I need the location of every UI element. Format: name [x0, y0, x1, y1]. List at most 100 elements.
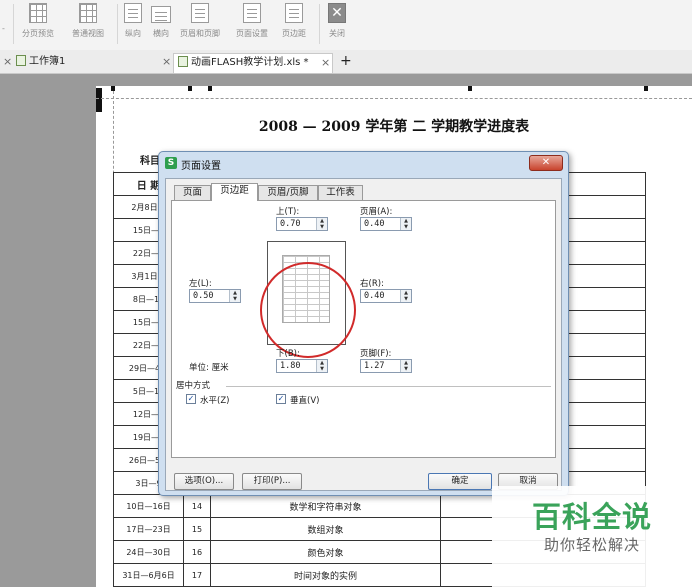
- red-highlight-circle: [260, 262, 356, 358]
- cell-week[interactable]: 17: [183, 563, 211, 587]
- toolbar-separator: [13, 4, 14, 44]
- dialog-client-area: 页面 页边距 页眉/页脚 工作表 上(T): 0.70 ▲ ▼ 页眉(A): 0.…: [165, 178, 562, 491]
- page-setup-dialog: S 页面设置 ✕ 页面 页边距 页眉/页脚 工作表 上(T): 0.70 ▲ ▼ …: [158, 151, 569, 496]
- bottom-margin-value: 1.80: [280, 361, 301, 371]
- top-margin-value: 0.70: [280, 219, 301, 229]
- tab-workbook1-label: 工作簿1: [29, 56, 66, 67]
- cell-date[interactable]: 24日—30日: [113, 540, 184, 564]
- normal-view-button[interactable]: 普通视图: [72, 3, 104, 39]
- right-margin-stepper[interactable]: 0.40 ▲ ▼: [360, 289, 412, 303]
- cell-week[interactable]: 15: [183, 517, 211, 541]
- options-button[interactable]: 选项(O)...: [174, 473, 234, 490]
- horizontal-center-label: 水平(Z): [200, 396, 230, 406]
- header-footer-label: 页眉和页脚: [180, 29, 220, 38]
- bottom-margin-stepper[interactable]: 1.80 ▲ ▼: [276, 359, 328, 373]
- dialog-title-bar[interactable]: S 页面设置 ✕: [159, 152, 568, 174]
- page-break-preview-label: 分页预览: [22, 29, 54, 38]
- left-margin-label: 左(L):: [189, 279, 212, 289]
- tab-header-footer[interactable]: 页眉/页脚: [258, 185, 318, 200]
- toolbar-separator: [117, 4, 118, 44]
- tab-flash-plan-label: 动画FLASH教学计划.xls *: [191, 57, 309, 68]
- group-divider: [226, 386, 551, 387]
- tab-margins[interactable]: 页边距: [211, 183, 258, 201]
- spreadsheet-file-icon: [178, 56, 188, 67]
- cell-date[interactable]: 31日—6月6日: [113, 563, 184, 587]
- right-margin-label: 右(R):: [360, 279, 384, 289]
- cell-content[interactable]: 时间对象的实例: [210, 563, 441, 587]
- spin-arrows-icon[interactable]: ▲ ▼: [400, 290, 411, 302]
- margin-handle[interactable]: [188, 86, 192, 91]
- cell-week[interactable]: 16: [183, 540, 211, 564]
- header-margin-value: 0.40: [364, 219, 385, 229]
- tab-bar-close-icon[interactable]: ×: [3, 53, 12, 73]
- print-preview-toolbar: - 分页预览 普通视图 纵向 横向 页眉和页脚 页面设置 页边距 ✕ 关闭: [0, 0, 692, 50]
- center-on-page-label: 居中方式: [176, 381, 211, 391]
- dialog-close-button[interactable]: ✕: [529, 155, 563, 171]
- footer-margin-label: 页脚(F):: [360, 349, 392, 359]
- new-tab-plus-icon[interactable]: +: [340, 53, 352, 73]
- spreadsheet-file-icon: [16, 55, 26, 66]
- cell-content[interactable]: 数学和字符串对象: [210, 494, 441, 518]
- vertical-center-checkbox[interactable]: ✓: [276, 394, 286, 404]
- left-margin-value: 0.50: [193, 291, 214, 301]
- landscape-button[interactable]: 横向: [151, 3, 171, 39]
- left-margin-stepper[interactable]: 0.50 ▲ ▼: [189, 289, 241, 303]
- close-preview-label: 关闭: [329, 29, 345, 38]
- portrait-button[interactable]: 纵向: [124, 3, 142, 39]
- landscape-label: 横向: [153, 29, 169, 38]
- watermark-title: 百科全说: [531, 500, 652, 534]
- landscape-icon: [151, 6, 171, 23]
- right-margin-value: 0.40: [364, 291, 385, 301]
- document-tab-bar: × 工作簿1 × 动画FLASH教学计划.xls * × +: [0, 50, 692, 74]
- cell-date[interactable]: 10日—16日: [113, 494, 184, 518]
- page-break-preview-button[interactable]: 分页预览: [22, 3, 54, 39]
- tab-close-icon[interactable]: ×: [162, 53, 171, 71]
- cell-content[interactable]: 颜色对象: [210, 540, 441, 564]
- close-icon: ✕: [328, 3, 346, 23]
- spin-arrows-icon[interactable]: ▲ ▼: [400, 218, 411, 230]
- bottom-margin-label: 下(B):: [276, 349, 300, 359]
- toolbar-separator: [319, 4, 320, 44]
- vertical-center-label: 垂直(V): [290, 396, 320, 406]
- header-footer-button[interactable]: 页眉和页脚: [180, 3, 220, 39]
- margin-handle[interactable]: [468, 86, 472, 91]
- margin-handle[interactable]: [96, 88, 102, 112]
- sheet-title: 2008 — 2009 学年第 二 学期教学进度表: [258, 119, 530, 135]
- footer-margin-stepper[interactable]: 1.27 ▲ ▼: [360, 359, 412, 373]
- cell-date[interactable]: 17日—23日: [113, 517, 184, 541]
- spin-arrows-icon[interactable]: ▲ ▼: [400, 360, 411, 372]
- spin-arrows-icon[interactable]: ▲ ▼: [316, 218, 327, 230]
- header-margin-stepper[interactable]: 0.40 ▲ ▼: [360, 217, 412, 231]
- print-button[interactable]: 打印(P)...: [242, 473, 302, 490]
- page-break-preview-icon: [29, 3, 47, 23]
- margins-button[interactable]: 页边距: [282, 3, 306, 39]
- tab-flash-plan[interactable]: 动画FLASH教学计划.xls * ×: [173, 53, 333, 73]
- top-margin-stepper[interactable]: 0.70 ▲ ▼: [276, 217, 328, 231]
- normal-view-icon: [79, 3, 97, 23]
- tab-close-icon[interactable]: ×: [321, 54, 330, 72]
- spin-arrows-icon[interactable]: ▲ ▼: [229, 290, 240, 302]
- close-preview-button[interactable]: ✕ 关闭: [328, 3, 346, 39]
- horizontal-center-checkbox[interactable]: ✓: [186, 394, 196, 404]
- spin-arrows-icon[interactable]: ▲ ▼: [316, 360, 327, 372]
- page-setup-button[interactable]: 页面设置: [236, 3, 268, 39]
- tab-workbook1[interactable]: 工作簿1 ×: [16, 53, 176, 73]
- tab-page[interactable]: 页面: [174, 185, 211, 200]
- footer-margin-value: 1.27: [364, 361, 385, 371]
- wps-logo-icon: S: [165, 157, 177, 169]
- header-margin-line: [96, 98, 692, 99]
- margin-handle[interactable]: [644, 86, 648, 91]
- page-setup-label: 页面设置: [236, 29, 268, 38]
- tab-sheet[interactable]: 工作表: [318, 185, 363, 200]
- margin-handle[interactable]: [208, 86, 212, 91]
- header-footer-icon: [191, 3, 209, 23]
- portrait-label: 纵向: [125, 29, 141, 38]
- top-margin-label: 上(T):: [276, 207, 300, 217]
- unit-label: 单位: 厘米: [189, 363, 229, 373]
- cell-week[interactable]: 14: [183, 494, 211, 518]
- cell-content[interactable]: 数组对象: [210, 517, 441, 541]
- normal-view-label: 普通视图: [72, 29, 104, 38]
- ok-button[interactable]: 确定: [428, 473, 492, 490]
- dialog-title: 页面设置: [181, 161, 221, 172]
- toolbar-dropdown-arrow[interactable]: -: [2, 24, 5, 33]
